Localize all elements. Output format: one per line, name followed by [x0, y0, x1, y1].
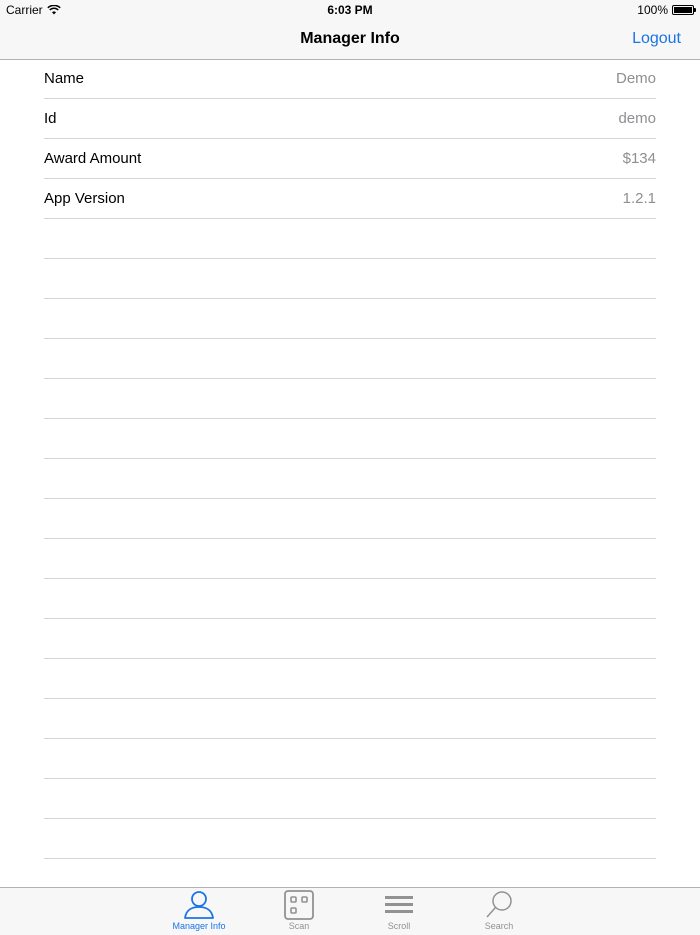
tab-scan[interactable]: Scan — [264, 890, 334, 934]
empty-row — [44, 699, 656, 739]
search-icon — [464, 890, 534, 920]
empty-row — [44, 819, 656, 859]
battery-percent: 100% — [637, 3, 668, 17]
empty-row — [44, 659, 656, 699]
empty-row — [44, 259, 656, 299]
row-value: demo — [618, 110, 656, 127]
tab-search[interactable]: Search — [464, 890, 534, 934]
empty-row — [44, 379, 656, 419]
menu-lines-icon — [364, 890, 434, 920]
battery-indicator: 100% — [637, 3, 696, 17]
page-title: Manager Info — [300, 30, 400, 47]
info-row-app-version: App Version 1.2.1 — [44, 179, 656, 219]
tab-label: Search — [484, 921, 514, 931]
row-label: Id — [44, 110, 57, 127]
info-row-id: Id demo — [44, 99, 656, 139]
empty-row — [44, 499, 656, 539]
empty-row — [44, 459, 656, 499]
row-value: $134 — [622, 150, 656, 167]
info-row-award-amount: Award Amount $134 — [44, 139, 656, 179]
status-time: 6:03 PM — [327, 3, 373, 17]
battery-icon — [672, 5, 696, 15]
person-icon — [164, 890, 234, 920]
empty-row — [44, 619, 656, 659]
info-row-name: Name Demo — [44, 59, 656, 99]
battery-fill — [674, 7, 692, 13]
empty-row — [44, 739, 656, 779]
logout-button[interactable]: Logout — [632, 30, 681, 48]
navigation-bar: Manager Info Logout — [0, 20, 700, 60]
tab-label: Scan — [288, 921, 310, 931]
tab-bar: Manager Info Scan Scroll Search — [0, 887, 700, 935]
empty-row — [44, 419, 656, 459]
empty-row — [44, 779, 656, 819]
empty-row — [44, 299, 656, 339]
status-bar: Carrier 6:03 PM 100% — [0, 0, 700, 20]
tab-scroll[interactable]: Scroll — [364, 890, 434, 934]
empty-row — [44, 539, 656, 579]
info-table: Name Demo Id demo Award Amount $134 App Versio… — [44, 59, 656, 859]
row-label: App Version — [44, 190, 125, 207]
empty-row — [44, 339, 656, 379]
row-value: Demo — [615, 70, 656, 87]
row-label: Award Amount — [44, 150, 142, 167]
tab-label: Manager Info — [172, 921, 226, 931]
row-value: 1.2.1 — [622, 190, 656, 207]
empty-row — [44, 579, 656, 619]
tab-manager-info[interactable]: Manager Info — [164, 890, 234, 934]
empty-row — [44, 219, 656, 259]
tab-label: Scroll — [387, 921, 411, 931]
scan-icon — [264, 890, 334, 920]
row-label: Name — [44, 70, 85, 87]
